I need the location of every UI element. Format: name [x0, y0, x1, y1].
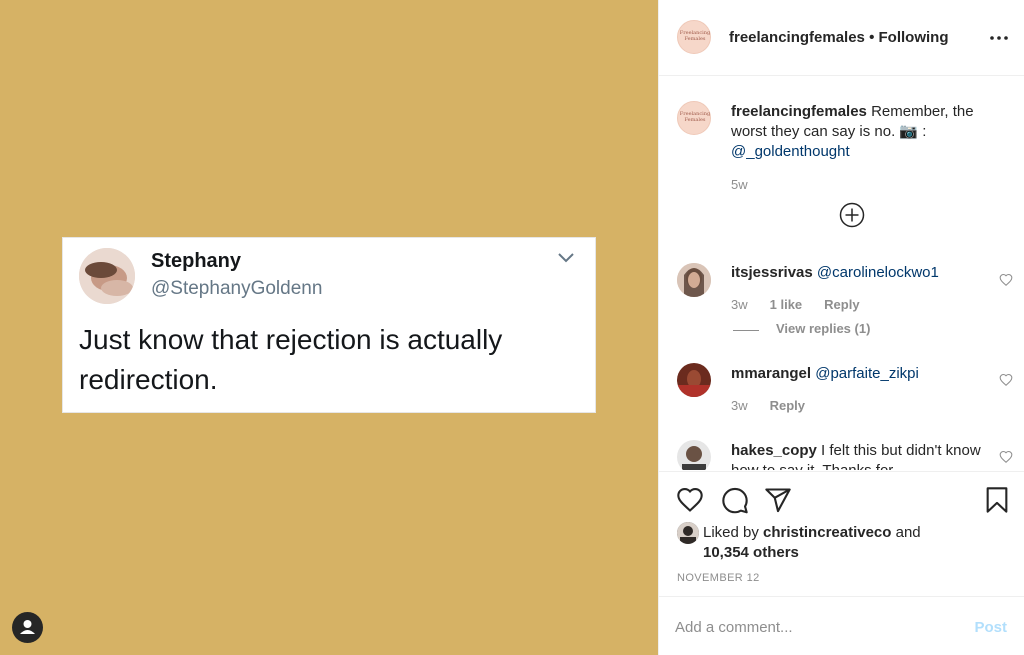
comment-username[interactable]: hakes_copy	[731, 442, 817, 459]
caption-username[interactable]: freelancingfemales	[731, 103, 867, 120]
comment-body: itsjessrivas @carolinelockwo1	[731, 263, 1001, 283]
more-options-icon[interactable]	[987, 26, 1011, 50]
comment-body: mmarangel @parfaite_zikpi	[731, 364, 1001, 384]
comment-meta: 3w 1 like Reply	[731, 297, 860, 312]
caption-time[interactable]: 5w	[731, 177, 748, 192]
user-tag-button[interactable]	[12, 612, 43, 643]
replies-divider	[733, 330, 759, 331]
logo-wordmark: Freelancing Females	[679, 111, 711, 123]
comment-body: hakes_copy I felt this but didn't know h…	[731, 441, 1001, 470]
reply-button[interactable]: Reply	[770, 398, 805, 413]
load-more-comments-icon[interactable]	[839, 202, 865, 228]
post-media[interactable]: Stephany @StephanyGoldenn Just know that…	[0, 0, 658, 655]
post-actions: Liked by christincreativeco and 10,354 o…	[659, 471, 1024, 595]
heart-icon[interactable]	[999, 273, 1013, 287]
tweet-avatar	[79, 248, 135, 304]
comment-input[interactable]	[675, 615, 945, 639]
comment-meta: 3w Reply	[731, 398, 805, 413]
user-icon	[20, 620, 35, 634]
tweet-handle: @StephanyGoldenn	[151, 278, 323, 299]
header-separator: •	[864, 29, 879, 46]
view-replies-button[interactable]: View replies (1)	[776, 321, 870, 336]
tweet-display-name: Stephany	[151, 250, 242, 272]
post-date[interactable]: NOVEMBER 12	[677, 572, 760, 584]
comment-username[interactable]: mmarangel	[731, 365, 811, 382]
like-heart-icon[interactable]	[676, 486, 704, 514]
caption-mention[interactable]: @_goldenthought	[731, 143, 850, 160]
liked-by-text: Liked by christincreativeco and 10,354 o…	[703, 523, 921, 563]
heart-icon[interactable]	[999, 373, 1013, 387]
post-header: Freelancing Females freelancingfemales •…	[659, 0, 1024, 76]
liked-by-middle: and	[891, 524, 921, 541]
post-side-panel: Freelancing Females freelancingfemales •…	[658, 0, 1024, 655]
bookmark-icon[interactable]	[983, 486, 1011, 514]
chevron-down-icon	[558, 253, 574, 263]
comment-mention[interactable]: @carolinelockwo1	[817, 264, 939, 281]
likes-count[interactable]: 10,354 others	[703, 544, 799, 561]
header-user-line: freelancingfemales • Following	[729, 29, 948, 46]
comment-avatar[interactable]	[677, 363, 711, 397]
comment-username[interactable]: itsjessrivas	[731, 264, 813, 281]
caption-avatar[interactable]: Freelancing Females	[677, 101, 711, 135]
author-avatar[interactable]: Freelancing Females	[677, 20, 711, 54]
logo-wordmark: Freelancing Females	[679, 30, 711, 42]
add-comment-bar: Post	[659, 596, 1024, 655]
post-comment-button[interactable]: Post	[974, 619, 1007, 636]
caption: freelancingfemales Remember, the worst t…	[731, 102, 1001, 162]
heart-icon[interactable]	[999, 450, 1013, 464]
comments-list[interactable]: Freelancing Females freelancingfemales R…	[659, 77, 1024, 470]
reply-button[interactable]: Reply	[824, 297, 859, 312]
liked-by-avatar[interactable]	[677, 522, 699, 544]
tweet-text: Just know that rejection is actually red…	[79, 324, 503, 395]
tweet-card: Stephany @StephanyGoldenn Just know that…	[62, 237, 596, 413]
share-paper-plane-icon[interactable]	[764, 486, 792, 514]
comment-mention[interactable]: @parfaite_zikpi	[815, 365, 919, 382]
comment-likes[interactable]: 1 like	[770, 297, 803, 312]
liked-by-user[interactable]: christincreativeco	[763, 524, 891, 541]
author-username[interactable]: freelancingfemales	[729, 29, 865, 46]
comment-time[interactable]: 3w	[731, 398, 748, 413]
comment-time[interactable]: 3w	[731, 297, 748, 312]
liked-by-prefix: Liked by	[703, 524, 764, 541]
follow-status[interactable]: Following	[879, 29, 949, 46]
comment-avatar[interactable]	[677, 440, 711, 470]
comment-avatar[interactable]	[677, 263, 711, 297]
comment-bubble-icon[interactable]	[721, 486, 749, 514]
